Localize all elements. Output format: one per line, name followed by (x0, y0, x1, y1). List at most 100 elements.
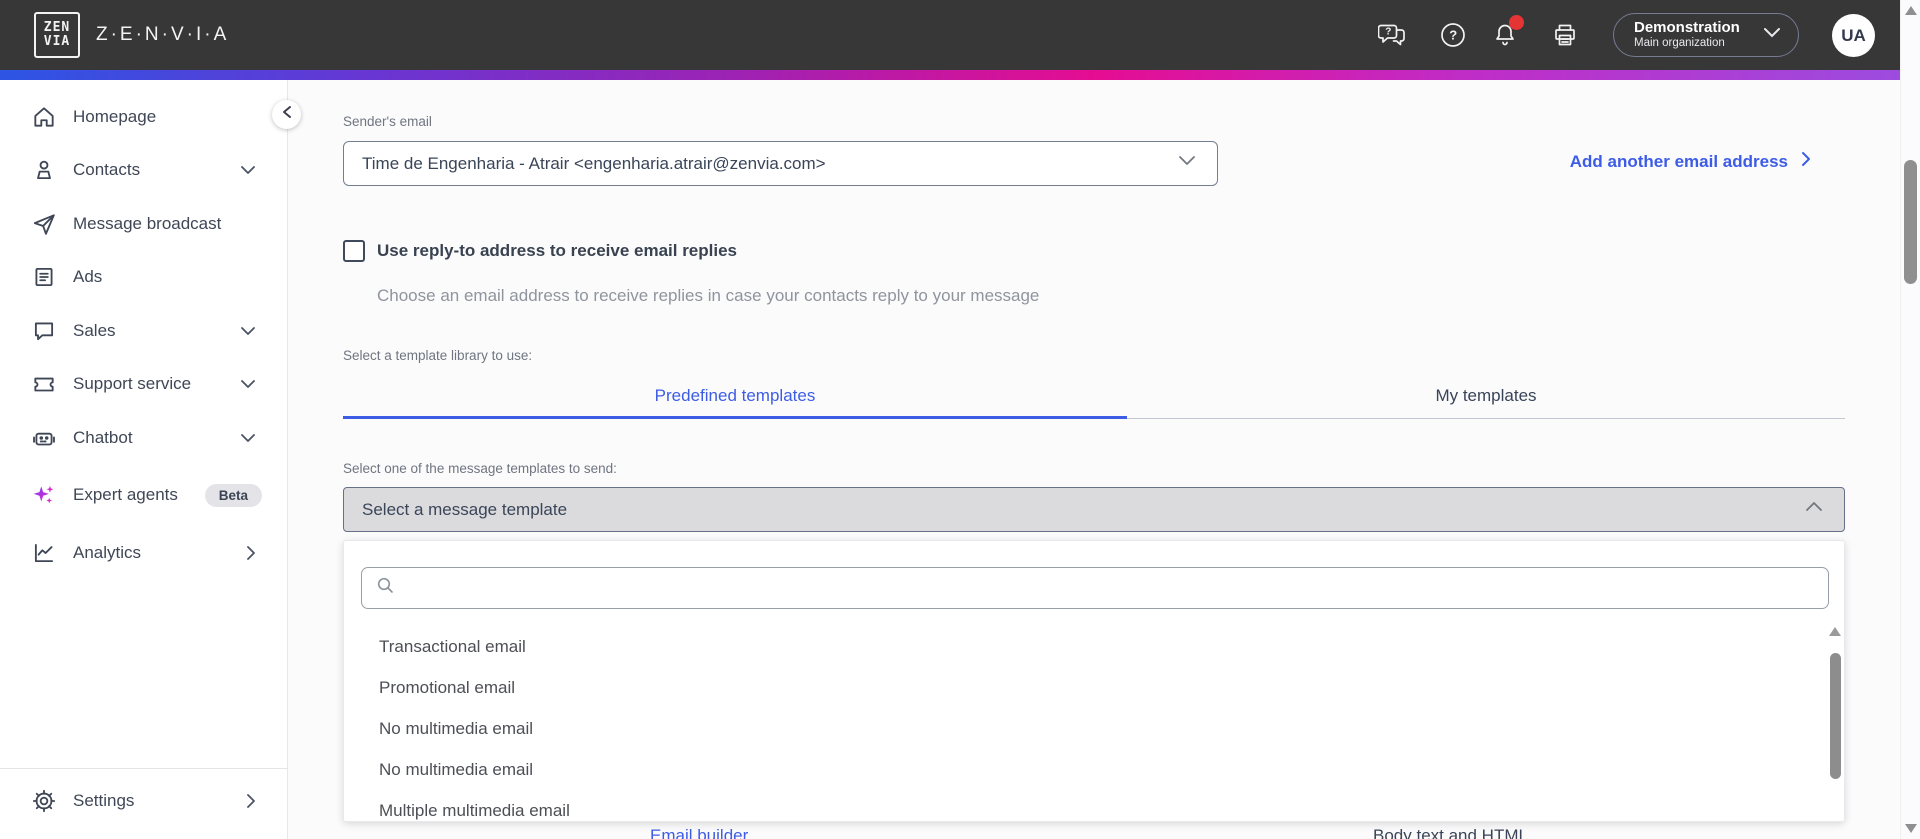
chat-bubble-icon (30, 318, 57, 345)
email-builder-link[interactable]: Email builder (650, 826, 748, 839)
sidebar-item-message-broadcast[interactable]: Message broadcast (0, 201, 288, 247)
sidebar-item-label: Sales (73, 321, 116, 340)
chevron-down-icon (238, 431, 258, 445)
print-icon[interactable] (1550, 20, 1580, 50)
gear-icon (30, 788, 57, 815)
main-content: Sender's email Time de Engenharia - Atra… (289, 80, 1900, 839)
dropdown-scrollbar-thumb[interactable] (1830, 653, 1841, 779)
sidebar-item-label: Ads (73, 267, 103, 286)
user-avatar[interactable]: UA (1832, 14, 1875, 57)
reply-to-label: Use reply-to address to receive email re… (377, 241, 738, 260)
active-tab-indicator (343, 416, 1127, 419)
tab-predefined-templates[interactable]: Predefined templates (343, 376, 1127, 416)
svg-text:?: ? (1449, 28, 1457, 43)
chevron-right-icon (244, 543, 258, 563)
sender-email-label: Sender's email (343, 114, 432, 129)
notifications-bell-icon[interactable] (1490, 15, 1524, 50)
organization-subtitle: Main organization (1634, 37, 1725, 50)
sidebar-item-chatbot[interactable]: Chatbot (0, 415, 288, 461)
sidebar-item-label: Chatbot (73, 428, 133, 447)
chevron-down-icon (1175, 153, 1199, 174)
reply-to-checkbox-row[interactable]: Use reply-to address to receive email re… (343, 240, 737, 262)
template-library-tabs: Predefined templates My templates (343, 376, 1845, 420)
organization-switcher[interactable]: Demonstration Main organization (1613, 13, 1799, 57)
sidebar-item-label: Contacts (73, 160, 141, 179)
template-option[interactable]: Promotional email (345, 668, 1805, 708)
home-icon (30, 104, 57, 131)
logo-line-bottom: VIA (43, 34, 71, 49)
sidebar-item-label: Settings (73, 791, 135, 810)
sidebar-item-analytics[interactable]: Analytics (0, 530, 288, 576)
top-bar: ZEN VIA Z·E·N·V·I·A ? ? Demonstration Ma… (0, 0, 1920, 70)
dropdown-scrollbar[interactable] (1829, 627, 1842, 821)
chevron-down-icon (238, 324, 258, 338)
sidebar-item-label: Analytics (73, 543, 142, 562)
brand-wordmark: Z·E·N·V·I·A (96, 24, 230, 45)
help-icon[interactable]: ? (1438, 20, 1468, 50)
template-option[interactable]: Transactional email (345, 627, 1805, 667)
sparkles-icon (30, 482, 57, 509)
svg-text:?: ? (1385, 27, 1391, 38)
organization-name: Demonstration (1634, 19, 1740, 37)
scroll-down-arrow-icon[interactable] (1905, 824, 1917, 833)
add-another-email-label: Add another email address (1569, 151, 1788, 171)
chevron-left-icon (280, 104, 294, 125)
sidebar-item-label: Message broadcast (73, 214, 222, 233)
ads-icon (30, 264, 57, 291)
chevron-down-icon (238, 163, 258, 177)
brand-gradient-bar (0, 70, 1920, 80)
reply-to-helper-text: Choose an email address to receive repli… (377, 286, 1040, 305)
sidebar-nav: Homepage Contacts Message broadcast Ads (0, 80, 288, 839)
template-select-label: Select one of the message templates to s… (343, 461, 617, 476)
beta-badge: Beta (204, 483, 262, 507)
template-search-input[interactable] (405, 579, 1814, 597)
template-search-box[interactable] (361, 567, 1829, 609)
reply-to-checkbox[interactable] (343, 240, 365, 262)
tab-my-templates[interactable]: My templates (1127, 376, 1845, 416)
template-option[interactable]: No multimedia email (345, 750, 1805, 790)
ticket-icon (30, 371, 57, 398)
page-scrollbar-thumb[interactable] (1904, 160, 1917, 284)
chat-question-icon[interactable]: ? (1378, 20, 1408, 50)
chevron-up-icon (1802, 499, 1826, 520)
chevron-down-icon (238, 377, 258, 391)
sidebar-item-homepage[interactable]: Homepage (0, 94, 288, 140)
sidebar-item-expert-agents[interactable]: Expert agents Beta (0, 472, 288, 518)
sidebar-collapse-button[interactable] (272, 100, 301, 129)
sidebar-item-label: Expert agents (73, 485, 178, 504)
zenvia-logo-icon[interactable]: ZEN VIA (34, 12, 80, 58)
sidebar-item-ads[interactable]: Ads (0, 254, 288, 300)
sidebar-item-label: Support service (73, 374, 192, 393)
body-text-html-option[interactable]: Body text and HTML (1373, 826, 1528, 839)
chevron-down-icon (1760, 25, 1784, 46)
sidebar-item-label: Homepage (73, 107, 157, 126)
sidebar-item-sales[interactable]: Sales (0, 308, 288, 354)
template-select-placeholder: Select a message template (362, 499, 568, 519)
scroll-up-arrow-icon[interactable] (1905, 6, 1917, 15)
scroll-up-arrow-icon[interactable] (1829, 627, 1841, 636)
chevron-right-icon (1800, 150, 1812, 173)
sidebar-item-settings[interactable]: Settings (0, 778, 288, 824)
organization-info: Demonstration Main organization (1634, 19, 1760, 51)
template-dropdown-panel: Transactional email Promotional email No… (343, 540, 1845, 822)
sender-email-select[interactable]: Time de Engenharia - Atrair <engenharia.… (343, 141, 1218, 186)
add-another-email-link[interactable]: Add another email address (1570, 150, 1812, 173)
sender-email-value: Time de Engenharia - Atrair <engenharia.… (362, 153, 826, 173)
page-scrollbar[interactable] (1900, 0, 1920, 839)
template-option[interactable]: Multiple multimedia email (345, 791, 1805, 831)
template-select-trigger[interactable]: Select a message template (343, 487, 1845, 532)
sidebar-item-support-service[interactable]: Support service (0, 361, 288, 407)
chart-icon (30, 540, 57, 567)
zenvia-app: ZEN VIA Z·E·N·V·I·A ? ? Demonstration Ma… (0, 0, 1920, 839)
search-icon (376, 576, 395, 600)
logo-line-top: ZEN (43, 20, 71, 36)
sidebar-divider (0, 768, 288, 769)
user-icon (30, 157, 57, 184)
send-icon (30, 211, 57, 238)
sidebar-item-contacts[interactable]: Contacts (0, 147, 288, 193)
chevron-right-icon (244, 791, 258, 811)
robot-icon (30, 425, 57, 452)
notification-badge (1509, 15, 1524, 30)
template-option[interactable]: No multimedia email (345, 709, 1805, 749)
template-library-label: Select a template library to use: (343, 348, 533, 363)
